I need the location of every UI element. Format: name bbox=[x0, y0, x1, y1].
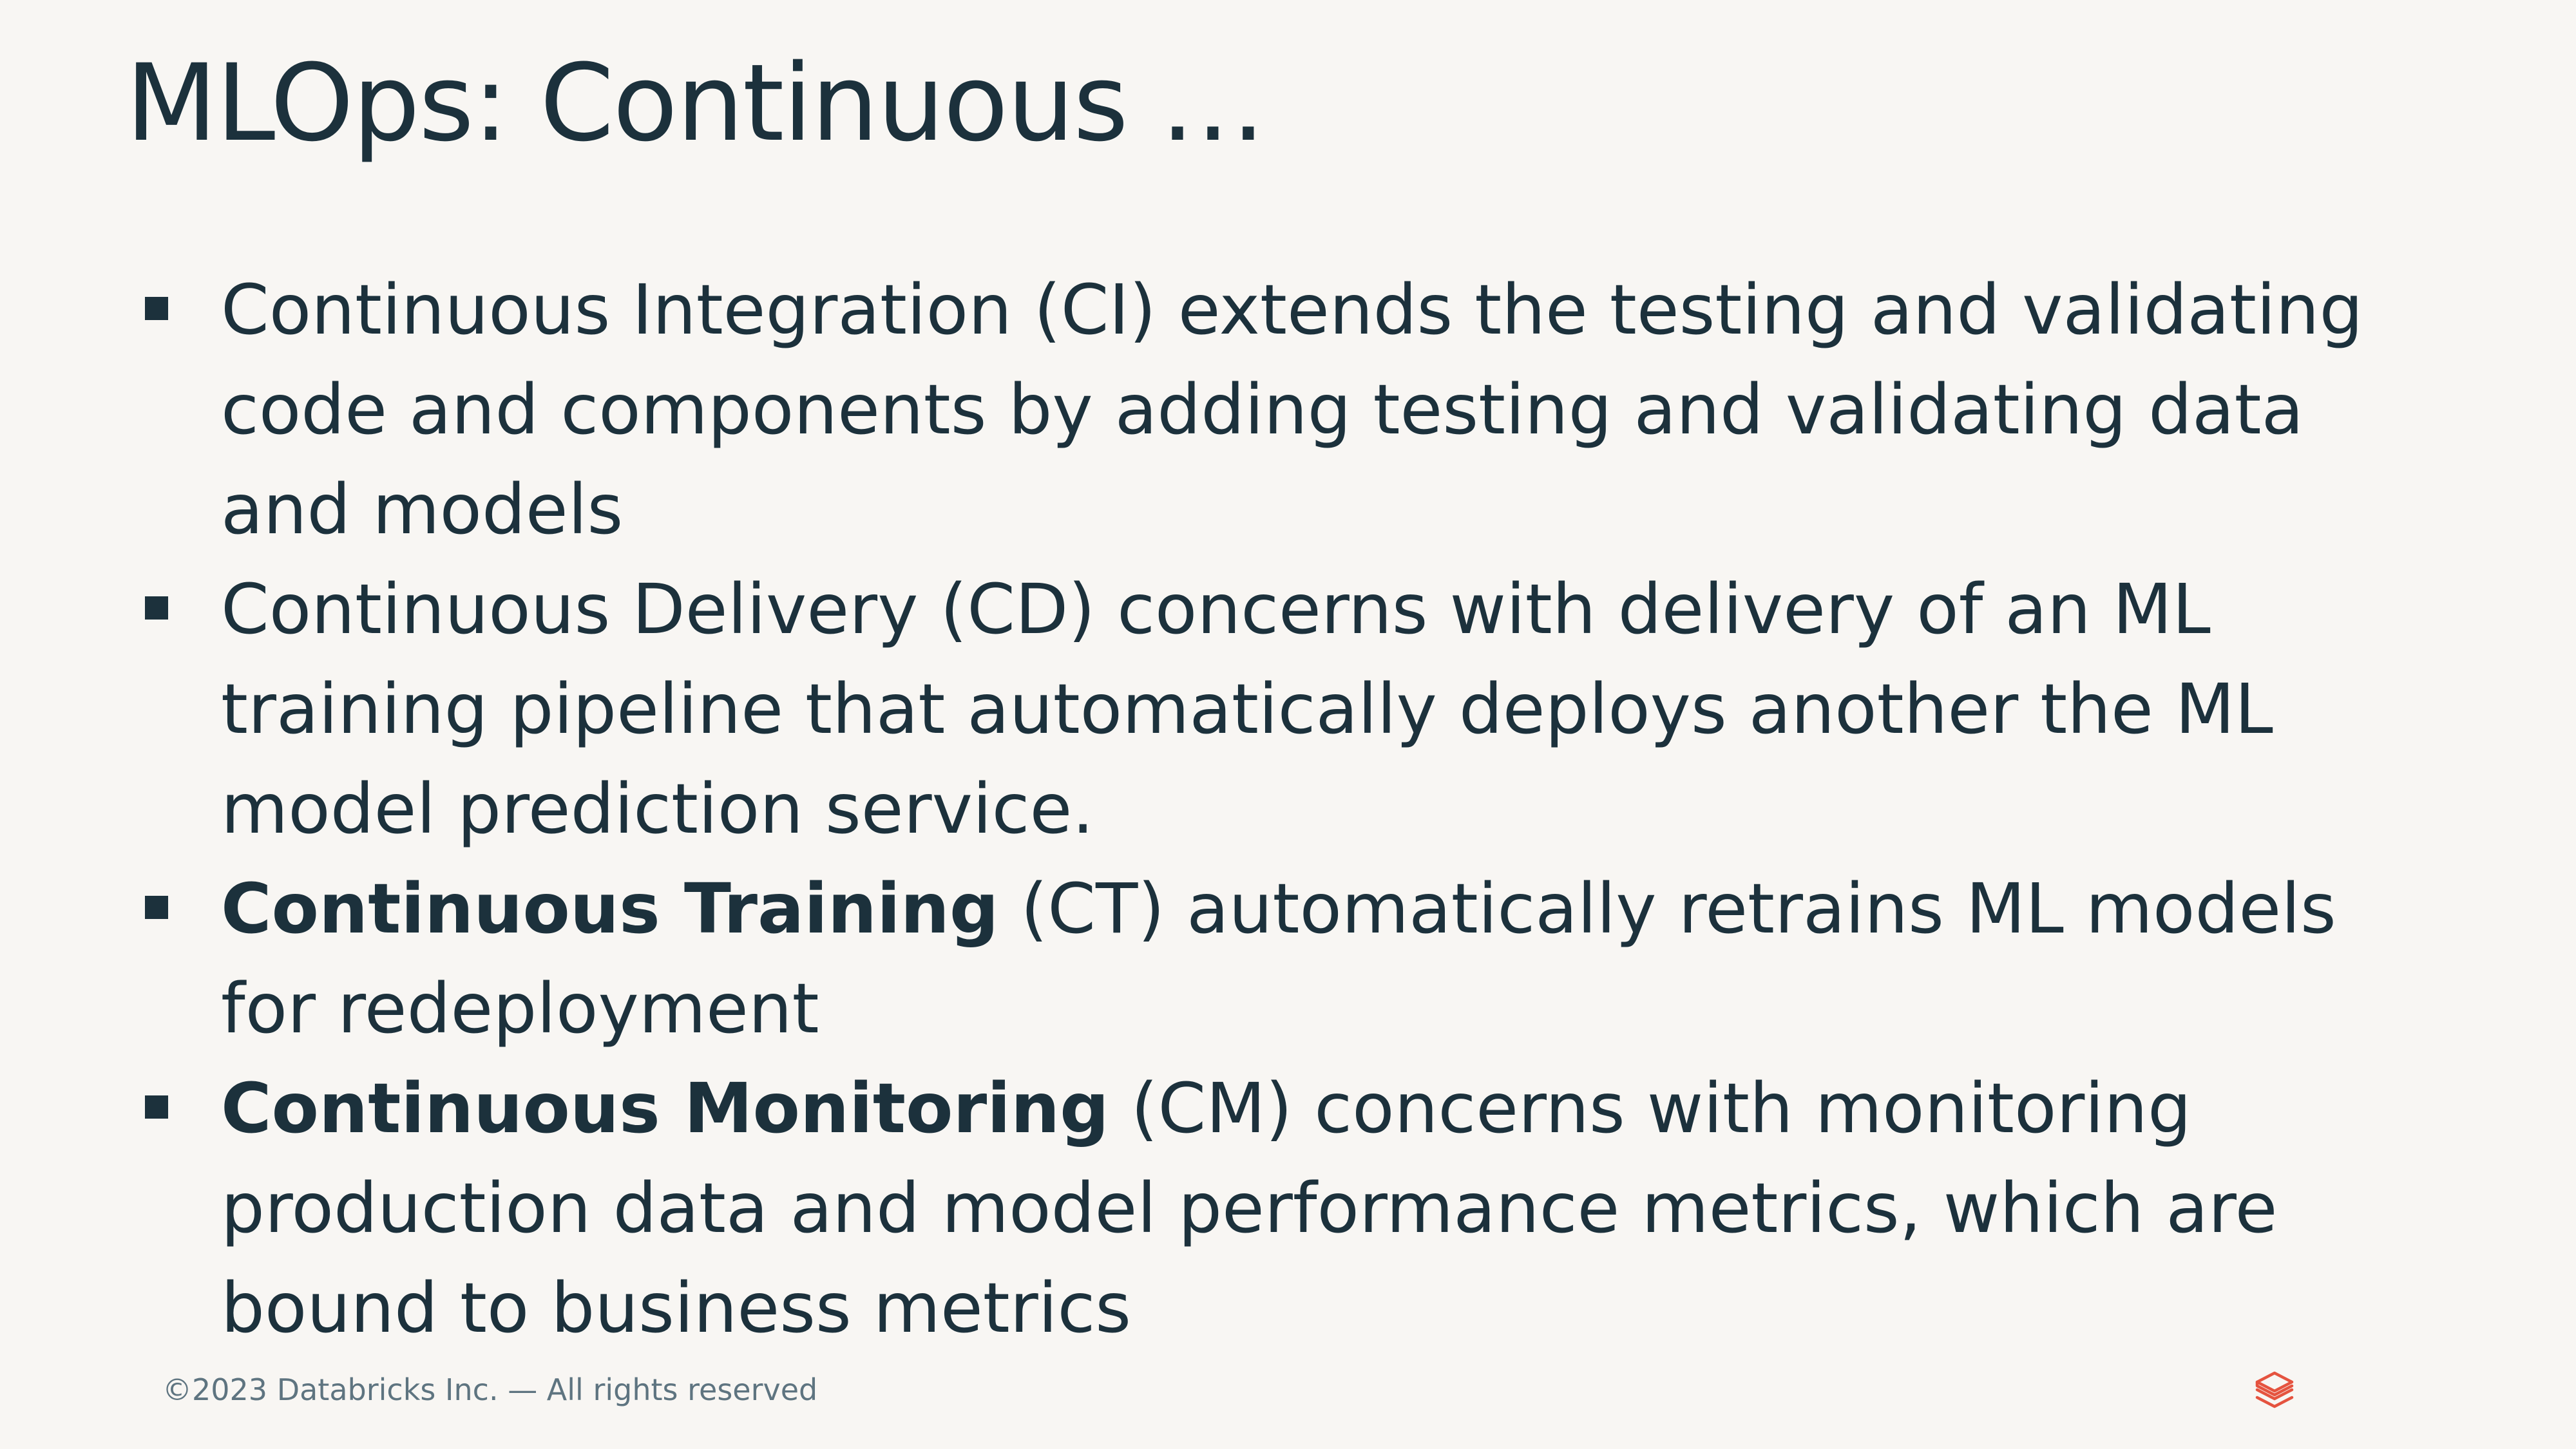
bullet-text: Continuous Delivery (CD) concerns with d… bbox=[221, 570, 2273, 849]
square-bullet-icon bbox=[145, 596, 168, 620]
slide-title: MLOps: Continuous … bbox=[126, 41, 1266, 165]
bullet-body: Continuous Integration (CI) extends the … bbox=[221, 270, 2363, 550]
footer-copyright: ©2023 Databricks Inc. — All rights reser… bbox=[162, 1372, 818, 1407]
bullet-list: Continuous Integration (CI) extends the … bbox=[145, 261, 2438, 1359]
square-bullet-icon bbox=[145, 1095, 168, 1119]
bullet-bold-term: Continuous Monitoring bbox=[221, 1069, 1109, 1149]
square-bullet-icon bbox=[145, 896, 168, 919]
square-bullet-icon bbox=[145, 297, 168, 320]
bullet-item-cd: Continuous Delivery (CD) concerns with d… bbox=[145, 560, 2438, 860]
bullet-item-ci: Continuous Integration (CI) extends the … bbox=[145, 261, 2438, 560]
databricks-logo-icon bbox=[2255, 1371, 2294, 1408]
bullet-item-ct: Continuous Training (CT) automatically r… bbox=[145, 860, 2438, 1059]
bullet-body: Continuous Delivery (CD) concerns with d… bbox=[221, 570, 2273, 849]
bullet-bold-term: Continuous Training bbox=[221, 869, 999, 949]
bullet-text: Continuous Training (CT) automatically r… bbox=[221, 869, 2336, 1049]
bullet-text: Continuous Integration (CI) extends the … bbox=[221, 270, 2363, 550]
bullet-text: Continuous Monitoring (CM) concerns with… bbox=[221, 1069, 2277, 1349]
bullet-item-cm: Continuous Monitoring (CM) concerns with… bbox=[145, 1059, 2438, 1359]
